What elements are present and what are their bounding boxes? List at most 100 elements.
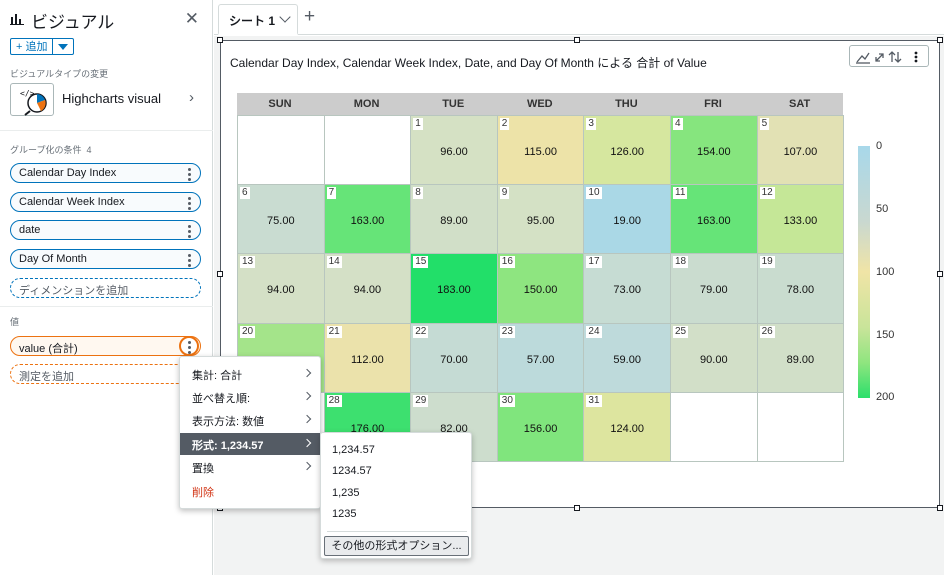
calendar-day-cell[interactable]: 18 79.00 (670, 253, 758, 324)
day-value: 57.00 (526, 353, 555, 366)
calendar-day-cell[interactable]: 5 107.00 (756, 115, 845, 186)
day-value: 163.00 (350, 215, 385, 228)
calendar-day-cell[interactable]: 1 96.00 (410, 115, 498, 186)
calendar-day-cell[interactable]: 22 70.00 (410, 322, 498, 393)
calendar-day-cell[interactable]: 21 112.00 (323, 322, 412, 393)
more-options-icon[interactable] (914, 51, 918, 63)
day-number: 22 (413, 325, 429, 338)
calendar-day-cell[interactable]: 3 126.00 (583, 115, 671, 186)
resize-handle[interactable] (937, 271, 943, 277)
calendar-empty-cell (237, 115, 325, 186)
menu-item-label: 削除 (192, 487, 214, 499)
resize-handle[interactable] (937, 37, 943, 43)
format-option[interactable]: 1,234.57 (332, 444, 375, 456)
tab-sheet-1[interactable]: シート 1 (218, 4, 298, 35)
value-field-pill[interactable]: value (合計) (10, 336, 201, 356)
calendar-day-cell[interactable]: 9 95.00 (496, 184, 585, 255)
expand-icon[interactable] (875, 53, 884, 62)
color-legend-bar (858, 146, 870, 398)
visual-type-thumbnail[interactable]: </> (10, 83, 54, 116)
menu-item-aggregate[interactable]: 集計: 合計 (180, 363, 320, 385)
more-format-options-button[interactable]: その他の形式オプション... (324, 536, 469, 556)
day-number: 28 (326, 394, 342, 407)
field-label: date (19, 224, 41, 236)
menu-item-label: 集計: 合計 (192, 370, 243, 382)
add-dropdown-button[interactable] (53, 39, 73, 54)
weekday-label: SAT (789, 98, 811, 110)
day-number: 31 (586, 394, 602, 407)
weekday-label: WED (526, 98, 553, 110)
resize-handle[interactable] (937, 505, 943, 511)
calendar-day-cell[interactable]: 25 90.00 (670, 322, 758, 393)
add-button[interactable]: + 追加 (11, 39, 54, 54)
calendar-day-cell[interactable]: 6 75.00 (237, 184, 325, 255)
format-option[interactable]: 1234.57 (332, 465, 372, 477)
format-option[interactable]: 1235 (332, 508, 356, 520)
more-options-icon[interactable] (188, 254, 191, 267)
calendar-day-cell[interactable]: 13 94.00 (237, 253, 325, 324)
day-number: 16 (499, 256, 515, 269)
resize-handle[interactable] (217, 37, 223, 43)
app-root: ビジュアル ✕ + 追加 ビジュアルタイプの変更 </> Highcharts … (0, 0, 944, 575)
calendar-day-cell[interactable]: 19 78.00 (756, 253, 845, 324)
calendar-day-cell[interactable]: 2 115.00 (496, 115, 585, 186)
calendar-empty-cell (756, 391, 845, 462)
day-number: 12 (759, 187, 775, 200)
calendar-day-cell[interactable]: 14 94.00 (323, 253, 412, 324)
chevron-right-icon (302, 438, 312, 448)
calendar-empty-cell (323, 115, 412, 186)
chevron-down-icon[interactable] (279, 11, 291, 23)
day-number: 7 (326, 187, 337, 200)
insights-icon[interactable] (856, 52, 870, 64)
legend-tick: 150 (876, 329, 895, 341)
sort-icon[interactable] (888, 51, 902, 63)
group-field-pill[interactable]: date (10, 220, 201, 240)
chevron-right-icon[interactable]: › (189, 89, 194, 106)
resize-handle[interactable] (574, 37, 580, 43)
calendar-day-cell[interactable]: 8 89.00 (410, 184, 498, 255)
more-options-icon (187, 341, 191, 354)
group-field-pill[interactable]: Calendar Day Index (10, 163, 201, 183)
group-field-pill[interactable]: Calendar Week Index (10, 192, 201, 212)
calendar-day-cell[interactable]: 12 133.00 (756, 184, 845, 255)
calendar-day-cell[interactable]: 17 73.00 (583, 253, 671, 324)
calendar-day-cell[interactable]: 26 89.00 (756, 322, 845, 393)
menu-item-format[interactable]: 形式: 1,234.57 (180, 433, 320, 455)
more-options-icon[interactable] (188, 197, 191, 210)
menu-item-show-as[interactable]: 表示方法: 数値 (180, 409, 320, 431)
more-options-button[interactable] (179, 336, 199, 356)
visual-title: Calendar Day Index, Calendar Week Index,… (230, 56, 707, 70)
day-value: 126.00 (610, 146, 645, 158)
weekday-label: SUN (268, 98, 292, 110)
bar-chart-icon (10, 14, 24, 25)
menu-item-label: 表示方法: 数値 (192, 416, 265, 428)
add-dimension-dropzone[interactable]: ディメンションを追加 (10, 278, 201, 298)
calendar-day-cell[interactable]: 16 150.00 (496, 253, 585, 324)
resize-handle[interactable] (217, 271, 223, 277)
calendar-day-cell[interactable]: 30 156.00 (496, 391, 585, 462)
calendar-day-cell[interactable]: 31 124.00 (583, 391, 671, 462)
menu-item-label: 並べ替え順: (192, 393, 251, 405)
add-sheet-icon[interactable]: + (304, 6, 315, 28)
calendar-day-cell[interactable]: 15 183.00 (410, 253, 498, 324)
day-number: 6 (240, 187, 250, 200)
calendar-day-cell[interactable]: 24 59.00 (583, 322, 671, 393)
close-icon[interactable]: ✕ (185, 9, 199, 29)
calendar-day-cell[interactable]: 10 19.00 (583, 184, 671, 255)
format-option[interactable]: 1,235 (332, 487, 360, 499)
more-options-icon[interactable] (188, 168, 191, 181)
resize-handle[interactable] (574, 505, 580, 511)
calendar-day-cell[interactable]: 11 163.00 (670, 184, 758, 255)
menu-item-delete[interactable]: 削除 (180, 480, 320, 502)
menu-item-sort[interactable]: 並べ替え順: (180, 386, 320, 408)
day-number: 30 (499, 394, 515, 407)
menu-item-replace[interactable]: 置換 (180, 456, 320, 478)
group-field-pill[interactable]: Day Of Month (10, 249, 201, 269)
more-options-icon[interactable] (188, 225, 191, 238)
add-measure-dropzone[interactable]: 測定を追加 (10, 364, 201, 384)
day-value: 95.00 (526, 215, 555, 228)
day-number: 11 (673, 187, 688, 200)
calendar-day-cell[interactable]: 23 57.00 (496, 322, 585, 393)
calendar-day-cell[interactable]: 7 163.00 (323, 184, 412, 255)
calendar-day-cell[interactable]: 4 154.00 (670, 115, 758, 186)
